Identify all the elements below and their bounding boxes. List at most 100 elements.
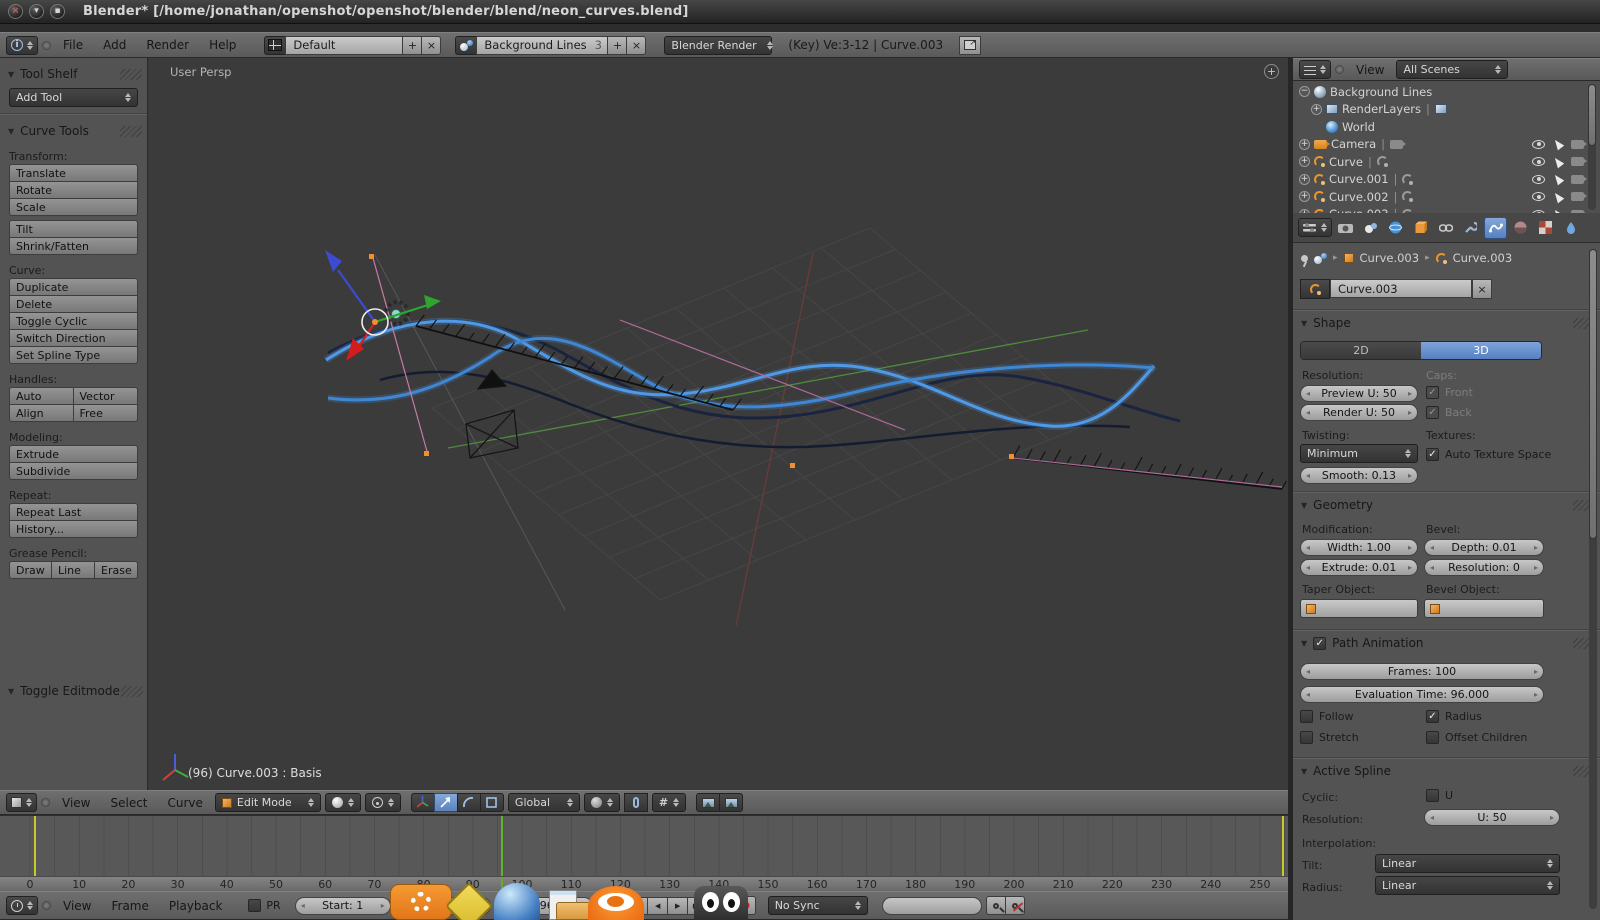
add-scene-button[interactable]: + bbox=[607, 36, 627, 55]
manipulator-y-axis[interactable] bbox=[375, 305, 428, 322]
outliner-item-label[interactable]: Background Lines bbox=[1330, 85, 1432, 99]
timeline-tracks[interactable] bbox=[0, 816, 1288, 876]
current-frame-line[interactable] bbox=[501, 816, 503, 877]
menu-select[interactable]: Select bbox=[102, 796, 155, 810]
tab-constraints[interactable] bbox=[1434, 217, 1457, 239]
neon-curve-a[interactable] bbox=[326, 321, 1154, 426]
dock-icon-character[interactable] bbox=[694, 886, 748, 920]
back-checkbox[interactable]: ✓ bbox=[1426, 406, 1439, 419]
selectability-cursor-icon[interactable] bbox=[1552, 173, 1564, 186]
panel-geometry-header[interactable]: ▼Geometry bbox=[1293, 495, 1600, 515]
properties-scrollbar[interactable] bbox=[1589, 249, 1597, 909]
window-duplicate-icon[interactable] bbox=[959, 36, 981, 55]
outliner-item-label[interactable]: World bbox=[1342, 120, 1375, 134]
dock-icon-openshot[interactable] bbox=[390, 884, 452, 920]
editor-type-button-view3d[interactable] bbox=[6, 793, 37, 812]
play-reverse-button[interactable]: ◀ bbox=[647, 897, 668, 915]
add-layout-button[interactable]: + bbox=[402, 36, 422, 55]
path-animation-checkbox[interactable]: ✓ bbox=[1313, 637, 1326, 650]
expand-icon[interactable]: + bbox=[1299, 156, 1310, 167]
radius-checkbox[interactable]: ✓ bbox=[1426, 710, 1439, 723]
screen-layout-selector[interactable]: Default bbox=[285, 36, 403, 55]
outliner-filter-selector[interactable]: All Scenes bbox=[1396, 60, 1508, 79]
rotate-manipulator-button[interactable] bbox=[457, 793, 481, 812]
breadcrumb-object-name[interactable]: Curve.003 bbox=[1360, 251, 1420, 265]
width-field[interactable]: ◂Width: 1.00▸ bbox=[1300, 539, 1418, 556]
editor-type-button-timeline[interactable] bbox=[6, 896, 38, 915]
editor-type-button-properties[interactable] bbox=[1298, 218, 1332, 237]
twist-smooth-field[interactable]: ◂Smooth: 0.13▸ bbox=[1300, 467, 1418, 484]
editor-type-button-info[interactable]: i bbox=[6, 36, 38, 55]
tab-texture[interactable] bbox=[1534, 217, 1557, 239]
panel-grip-icon[interactable] bbox=[120, 126, 142, 137]
tool-button-extrude[interactable]: Extrude bbox=[9, 445, 138, 463]
tool-button-duplicate[interactable]: Duplicate bbox=[9, 278, 138, 296]
tool-button-line[interactable]: Line bbox=[51, 561, 95, 579]
outliner-row-curve-001[interactable]: +Curve.001| bbox=[1293, 171, 1600, 189]
selectability-cursor-icon[interactable] bbox=[1552, 155, 1564, 168]
panel-path-animation-header[interactable]: ▼✓Path Animation bbox=[1293, 633, 1600, 653]
tool-button-scale[interactable]: Scale bbox=[9, 198, 138, 216]
outliner-scrollbar[interactable] bbox=[1588, 84, 1596, 210]
outliner-item-label[interactable]: Curve bbox=[1329, 155, 1363, 169]
selectability-cursor-icon[interactable] bbox=[1552, 138, 1564, 151]
tool-button-rotate[interactable]: Rotate bbox=[9, 181, 138, 199]
panel-shape-header[interactable]: ▼Shape bbox=[1293, 313, 1600, 333]
tool-button-vector[interactable]: Vector bbox=[73, 387, 139, 405]
preview-range-checkbox[interactable] bbox=[248, 899, 261, 912]
tab-material[interactable] bbox=[1509, 217, 1532, 239]
panel-curve-tools-header[interactable]: ▼Curve Tools bbox=[0, 121, 147, 141]
outliner-row-renderlayers[interactable]: +RenderLayers| bbox=[1293, 101, 1600, 119]
manipulator-y-arrowhead[interactable] bbox=[424, 295, 441, 309]
taper-object-field[interactable] bbox=[1300, 599, 1418, 618]
tool-button-history[interactable]: History... bbox=[9, 520, 138, 538]
tool-button-delete[interactable]: Delete bbox=[9, 295, 138, 313]
timeline-region[interactable]: 0102030405060708090100110120130140150160… bbox=[0, 815, 1288, 891]
tool-button-translate[interactable]: Translate bbox=[9, 164, 138, 182]
bevel-object-field[interactable] bbox=[1424, 599, 1544, 618]
tool-button-tilt[interactable]: Tilt bbox=[9, 220, 138, 238]
tool-button-set-spline-type[interactable]: Set Spline Type bbox=[9, 346, 138, 364]
preview-u-field[interactable]: ◂Preview U: 50▸ bbox=[1300, 385, 1418, 402]
editor-type-button-outliner[interactable] bbox=[1299, 60, 1331, 79]
renderability-camera-icon[interactable] bbox=[1571, 175, 1584, 184]
menu-file[interactable]: File bbox=[55, 38, 91, 52]
expand-icon[interactable]: + bbox=[1299, 139, 1310, 150]
menu-add[interactable]: Add bbox=[95, 38, 134, 52]
properties-scrollbar-thumb[interactable] bbox=[1589, 249, 1597, 539]
datablock-name-field[interactable]: Curve.003 bbox=[1330, 279, 1472, 298]
transform-orientation-selector[interactable]: Global bbox=[508, 793, 580, 812]
extrude-field[interactable]: ◂Extrude: 0.01▸ bbox=[1300, 559, 1418, 576]
render-engine-selector[interactable]: Blender Render bbox=[664, 36, 772, 55]
render-opengl-anim-button[interactable] bbox=[719, 793, 743, 812]
tool-button-repeat-last[interactable]: Repeat Last bbox=[9, 503, 138, 521]
outliner-row-curve[interactable]: +Curve| bbox=[1293, 153, 1600, 171]
tab-world[interactable] bbox=[1384, 217, 1407, 239]
snap-element-selector[interactable]: # bbox=[652, 793, 686, 812]
manipulator-z-axis[interactable] bbox=[338, 270, 375, 322]
timeline-ruler[interactable]: 0102030405060708090100110120130140150160… bbox=[0, 876, 1288, 891]
panel-grip-icon[interactable] bbox=[121, 686, 143, 697]
dock-icon-blender[interactable] bbox=[588, 886, 644, 920]
auto-texture-space-checkbox[interactable]: ✓ bbox=[1426, 448, 1439, 461]
render-opengl-button[interactable] bbox=[696, 793, 720, 812]
panel-toggle-editmode-header[interactable]: ▼Toggle Editmode bbox=[0, 681, 148, 701]
viewport-shading-selector[interactable] bbox=[325, 793, 361, 812]
properties-region-expand-icon[interactable]: + bbox=[1264, 64, 1279, 79]
unlink-datablock-button[interactable]: × bbox=[1472, 279, 1492, 299]
evaluation-time-field[interactable]: ◂Evaluation Time: 96.000▸ bbox=[1300, 686, 1544, 703]
tab-object-data[interactable] bbox=[1484, 217, 1507, 239]
window-minimize-button[interactable]: ▾ bbox=[29, 4, 44, 19]
tab-physics[interactable] bbox=[1559, 217, 1582, 239]
header-collapse-dot[interactable] bbox=[42, 901, 51, 910]
outliner-row-camera[interactable]: +Camera| bbox=[1293, 136, 1600, 154]
visibility-eye-icon[interactable] bbox=[1532, 192, 1545, 201]
toggle-2d-button[interactable]: 2D bbox=[1301, 342, 1421, 359]
toggle-3d-button[interactable]: 3D bbox=[1421, 342, 1541, 359]
outliner-row-curve-003[interactable]: +Curve.003| bbox=[1293, 206, 1600, 214]
insert-keyframe-button[interactable] bbox=[986, 896, 1006, 915]
keying-set-field[interactable] bbox=[882, 897, 982, 915]
window-maximize-button[interactable]: ▪ bbox=[50, 4, 65, 19]
visibility-eye-icon[interactable] bbox=[1532, 140, 1545, 149]
tool-button-shrink-fatten[interactable]: Shrink/Fatten bbox=[9, 237, 138, 255]
